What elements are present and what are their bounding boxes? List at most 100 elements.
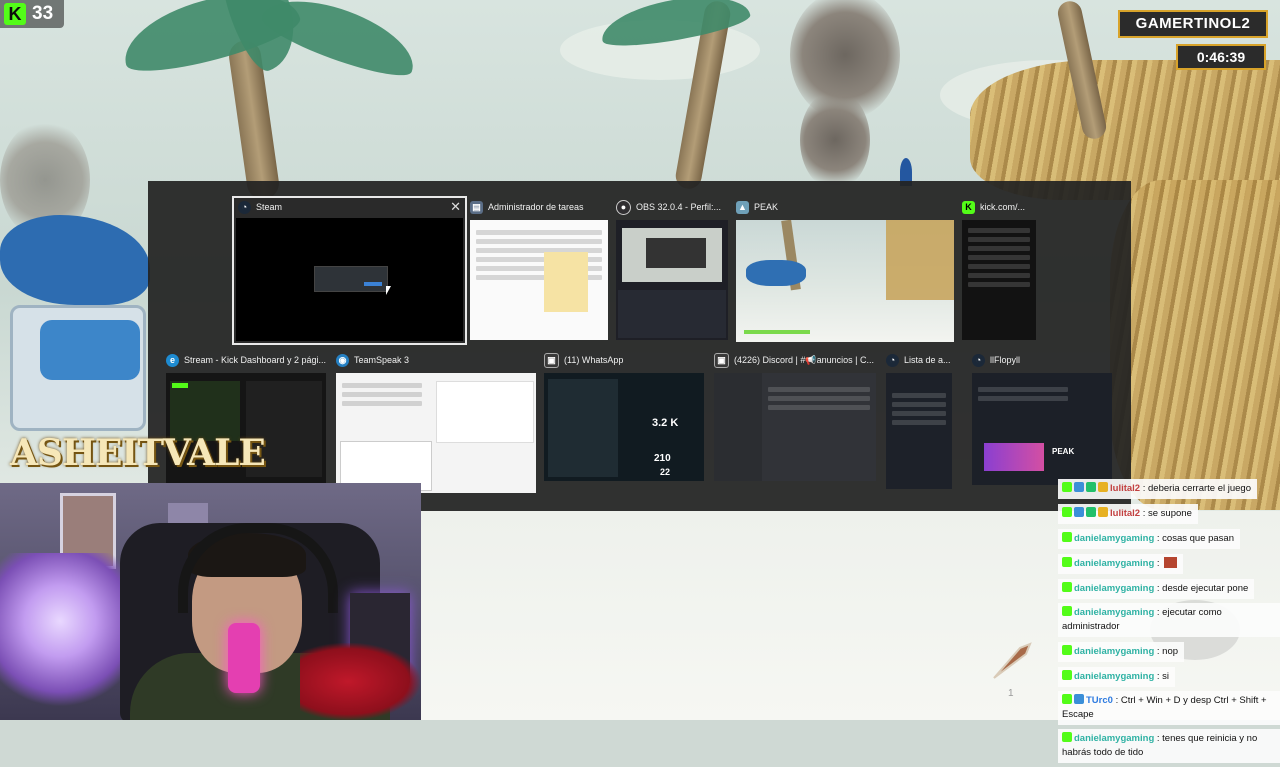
chat-message: danielamygaming : ejecutar como administ…: [1058, 603, 1280, 641]
feather-icon: [990, 640, 1034, 680]
obs-docks: [618, 290, 726, 338]
window-obs[interactable]: ● OBS 32.0.4 - Perfil:...: [616, 198, 730, 343]
window-title-label: TeamSpeak 3: [354, 355, 410, 365]
chat-bubble: danielamygaming :: [1058, 554, 1183, 574]
window-title: ◔ Lista de a...: [886, 351, 956, 369]
whatsapp-icon: ▣: [544, 352, 559, 368]
chat-username[interactable]: danielamygaming: [1074, 583, 1154, 594]
window-thumbnail: [616, 220, 728, 340]
smoke-column: [800, 90, 870, 190]
kick-icon: K: [962, 200, 975, 214]
thumb-row: [968, 273, 1030, 278]
thumb-row: [476, 230, 602, 235]
window-title: ▲ PEAK: [736, 198, 956, 216]
window-kick[interactable]: K kick.com/...: [962, 198, 1040, 343]
whatsapp-stat: 3.2 K: [652, 417, 679, 429]
window-steam[interactable]: ◔ Steam ✕: [232, 196, 467, 345]
window-title: ▣ (4226) Discord | #📢anuncios | C...: [714, 351, 878, 369]
discord-channel-list: [714, 373, 762, 481]
window-title-label: (4226) Discord | #📢anuncios | C...: [734, 354, 874, 365]
kick-badge-icon: [1062, 732, 1072, 742]
thumb-row: [342, 383, 422, 388]
chat-text: :: [1156, 558, 1160, 569]
kick-logo-icon: K: [4, 3, 26, 25]
peak-icon: ▲: [736, 200, 749, 214]
chat-text: : deberia cerrarte el juego: [1142, 483, 1251, 494]
chat-username[interactable]: danielamygaming: [1074, 646, 1154, 657]
chat-bubble: danielamygaming : desde ejecutar pone: [1058, 579, 1255, 599]
window-thumbnail: [736, 220, 954, 342]
chat-message: danielamygaming : cosas que pasan: [1058, 528, 1280, 553]
window-peak[interactable]: ▲ PEAK: [736, 198, 956, 343]
chat-text: : se supone: [1142, 508, 1192, 519]
chat-message: lulital2 : se supone: [1058, 503, 1280, 528]
thumb-row: [968, 237, 1030, 242]
window-title-label: OBS 32.0.4 - Perfil:...: [636, 202, 722, 212]
window-thumbnail: [236, 218, 463, 341]
thumb-row: [978, 387, 1068, 392]
chat-bubble: danielamygaming : tenes que reinicia y n…: [1058, 729, 1280, 763]
chat-message: danielamygaming : si: [1058, 666, 1280, 691]
window-title-label: Stream - Kick Dashboard y 2 pági...: [184, 355, 326, 365]
close-icon[interactable]: ✕: [450, 200, 461, 213]
thumb-row: [768, 405, 870, 410]
window-title-label: PEAK: [754, 202, 779, 212]
thumb-row: [768, 396, 870, 401]
window-whatsapp[interactable]: ▣ (11) WhatsApp 3.2 K 210 22: [544, 351, 706, 491]
dry-grass: [970, 60, 1280, 200]
window-thumbnail: PEAK: [972, 373, 1112, 485]
obs-preview-dark: [646, 238, 706, 268]
steam-icon: ◔: [238, 200, 251, 214]
chat-overlay: lulital2 : deberia cerrarte el juego luli…: [1058, 478, 1280, 767]
chat-text: : nop: [1156, 646, 1179, 657]
window-title: K kick.com/...: [962, 198, 1040, 216]
chat-username[interactable]: lulital2: [1110, 508, 1140, 519]
chat-username[interactable]: danielamygaming: [1074, 558, 1154, 569]
steam-dialog: [314, 266, 388, 292]
window-thumbnail: [714, 373, 876, 481]
gold-badge-icon: [1098, 482, 1108, 492]
chat-message: danielamygaming : tenes que reinicia y n…: [1058, 729, 1280, 767]
thumb-plane: [746, 260, 806, 286]
chat-username[interactable]: danielamygaming: [1074, 733, 1154, 744]
viewer-counter: K 33: [0, 0, 64, 28]
peak-card-label: PEAK: [1052, 447, 1075, 456]
chat-username[interactable]: danielamygaming: [1074, 533, 1154, 544]
thumb-row: [968, 264, 1030, 269]
kick-badge-icon: [1062, 507, 1072, 517]
chat-username[interactable]: danielamygaming: [1074, 671, 1154, 682]
chat-message: lulital2 : deberia cerrarte el juego: [1058, 478, 1280, 503]
green-badge-icon: [1086, 482, 1096, 492]
cursor-icon: [386, 286, 391, 295]
thumb-row: [968, 228, 1030, 233]
window-discord[interactable]: ▣ (4226) Discord | #📢anuncios | C...: [714, 351, 878, 491]
chat-message: danielamygaming : nop: [1058, 641, 1280, 666]
chat-bubble: danielamygaming : nop: [1058, 642, 1185, 662]
thumb-row: [968, 246, 1030, 251]
window-teamspeak[interactable]: ◉ TeamSpeak 3: [336, 351, 538, 493]
game-logo: ASHEITVALE: [10, 432, 266, 474]
dashboard-kick-logo: [172, 383, 188, 388]
blue-badge-icon: [1074, 507, 1084, 517]
window-steam-chat[interactable]: ◔ llFlopyll PEAK: [972, 351, 1114, 491]
window-thumbnail: [886, 373, 952, 489]
steam-icon: ◔: [972, 353, 985, 367]
kick-badge-icon: [1062, 645, 1072, 655]
chat-username[interactable]: TUrc0: [1086, 695, 1113, 706]
thumb-row: [342, 401, 422, 406]
feather-svg: [993, 642, 1032, 679]
chat-message: danielamygaming :: [1058, 553, 1280, 578]
chat-bubble: lulital2 : deberia cerrarte el juego: [1058, 479, 1257, 499]
peak-card: [984, 443, 1044, 471]
window-title-label: Administrador de tareas: [488, 202, 584, 212]
chat-message: danielamygaming : desde ejecutar pone: [1058, 578, 1280, 603]
whatsapp-stat-3: 22: [660, 467, 671, 477]
stream-timer: 0:46:39: [1176, 44, 1266, 70]
window-task-manager[interactable]: ▤ Administrador de tareas: [470, 198, 608, 343]
chat-username[interactable]: lulital2: [1110, 483, 1140, 494]
chat-username[interactable]: danielamygaming: [1074, 607, 1154, 618]
task-manager-icon: ▤: [470, 200, 483, 214]
window-steam-list[interactable]: ◔ Lista de a...: [886, 351, 956, 491]
viewer-count: 33: [32, 3, 54, 24]
thumb-grass: [886, 220, 954, 300]
